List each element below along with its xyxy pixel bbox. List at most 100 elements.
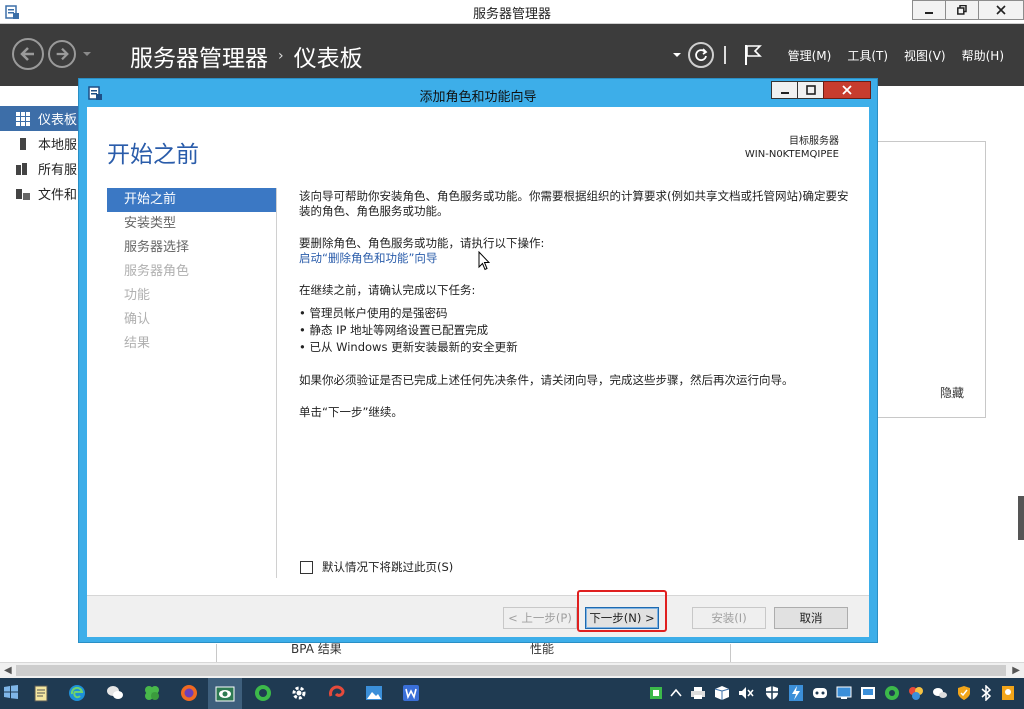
breadcrumb-app[interactable]: 服务器管理器 [130,39,268,73]
taskbar-green-app[interactable] [252,682,274,704]
scroll-right-icon[interactable]: ▶ [1012,665,1020,676]
tray-orange-app-icon[interactable] [1000,684,1016,702]
start-button[interactable] [0,681,22,703]
tray-expand-icon[interactable] [668,684,684,702]
restore-button[interactable] [945,0,979,20]
sidebar-item-dashboard[interactable]: 仪表板 [0,106,80,131]
notepad-icon [34,685,48,702]
sidebar-item-label: 所有服 [38,163,78,178]
skip-page-checkbox[interactable] [300,560,313,574]
forward-arrow-icon [56,47,69,61]
wizard-title: 添加角色和功能向导 [419,90,537,105]
wizard-step-before-you-begin[interactable]: 开始之前 [107,188,276,212]
sidebar-item-all-servers[interactable]: 所有服 [0,156,80,181]
taskbar-edge-app[interactable] [66,682,88,704]
horizontal-scrollbar[interactable]: ◀ ▶ [0,662,1024,678]
taskbar-server-manager-app[interactable] [208,678,242,709]
tray-chat-icon[interactable] [932,684,948,702]
sidebar-item-file-storage[interactable]: 文件和 [0,181,80,206]
skip-page-label[interactable]: 默认情况下将跳过此页(S) [322,559,453,575]
minimize-button[interactable] [912,0,946,20]
wizard-step-server-roles: 服务器角色 [124,264,190,279]
wizard-minimize-button[interactable] [771,81,798,99]
taskbar-red-app[interactable] [326,682,348,704]
scrollbar-thumb[interactable] [16,665,1006,676]
taskbar-writer-app[interactable] [400,682,422,704]
tray-green-app-icon[interactable] [884,684,900,702]
tray-bluetooth-icon[interactable] [978,684,994,702]
firefox-icon [181,685,197,701]
notifications-flag-icon[interactable] [744,44,762,66]
hide-link[interactable]: 隐藏 [940,384,964,401]
server-icon [20,137,26,150]
wizard-step-features: 功能 [124,288,151,303]
tray-display-icon[interactable] [836,684,852,702]
back-button[interactable] [12,38,44,70]
maximize-icon [805,85,816,95]
scroll-left-icon[interactable]: ◀ [4,665,12,676]
green-circle-app-icon [255,685,271,701]
breadcrumb-separator: › [278,48,284,64]
minimize-icon [925,12,933,14]
dashboard-grid-icon [16,111,30,126]
taskbar-photos-app[interactable] [363,682,385,704]
vertical-scrollbar-thumb[interactable] [1018,496,1024,540]
window-controls [912,0,1024,20]
skip-page-option[interactable]: 默认情况下将跳过此页(S) [300,559,453,575]
red-swirl-app-icon [329,685,345,697]
wizard-maximize-button[interactable] [797,81,824,99]
taskbar-wechat-app[interactable] [104,682,126,704]
taskbar-clover-app[interactable] [141,682,163,704]
tray-volume-muted-icon[interactable] [738,684,754,702]
refresh-dropdown-icon[interactable] [672,51,682,59]
menu-tools[interactable]: 工具(T) [847,47,888,64]
previous-button[interactable]: < 上一步(P) [503,607,577,629]
confirm-text: 在继续之前，请确认完成以下任务: [299,283,476,297]
remove-roles-link[interactable]: 启动“删除角色和功能”向导 [299,251,437,265]
close-icon [842,85,852,95]
cancel-button[interactable]: 取消 [774,607,848,629]
sidebar-item-local-server[interactable]: 本地服 [0,131,80,156]
taskbar-firefox-app[interactable] [178,682,200,704]
dashboard-background-panel: 隐藏 [878,141,986,418]
storage-icon [16,188,30,200]
tray-gamepad-icon[interactable] [812,684,828,702]
wizard-content: 该向导可帮助你安装角色、角色服务或功能。你需要根据组织的计算要求(例如共享文档或… [299,189,854,437]
wizard-heading: 开始之前 [107,142,199,168]
refresh-button[interactable] [687,42,714,68]
tray-colorful-icon[interactable] [908,684,924,702]
tray-wechat-work-icon[interactable] [648,684,664,702]
sidebar-item-label: 本地服 [38,138,78,153]
wizard-body: 开始之前 目标服务器 WIN-N0KTEMQIPEE 开始之前 安装类型 服务器… [87,107,869,595]
taskbar-settings-app[interactable] [288,682,310,704]
photos-icon [366,686,382,700]
close-window-button[interactable] [978,0,1024,20]
tray-security-shield-icon[interactable] [764,684,780,702]
tray-shield-check-icon[interactable] [956,684,972,702]
tray-network-cube-icon[interactable] [714,684,730,702]
start-icon [4,685,18,699]
history-dropdown-icon[interactable] [82,50,92,58]
menu-help[interactable]: 帮助(H) [962,47,1004,64]
tray-printer-icon[interactable] [690,684,706,702]
wizard-step-server-selection[interactable]: 服务器选择 [107,236,276,260]
close-note: 如果你必须验证是否已完成上述任何先决条件，请关闭向导，完成这些步骤，然后再次运行… [299,373,794,387]
wizard-window-controls [771,81,871,99]
tray-remote-icon[interactable] [860,684,876,702]
server-manager-taskbar-icon [215,686,235,701]
target-server-name: WIN-N0KTEMQIPEE [744,149,839,160]
wizard-step-installation-type[interactable]: 安装类型 [107,212,276,236]
menu-manage[interactable]: 管理(M) [788,47,832,64]
header-tools: 管理(M) 工具(T) 视图(V) 帮助(H) [672,40,1024,70]
tray-lightning-icon[interactable] [788,684,804,702]
wizard-close-button[interactable] [823,81,871,99]
forward-button[interactable] [48,40,76,68]
server-manager-titlebar: 服务器管理器 [0,0,1024,24]
wizard-step-confirmation: 确认 [124,312,151,327]
remove-instructions: 要删除角色、角色服务或功能，请执行以下操作: [299,236,545,250]
back-arrow-icon [20,47,34,61]
taskbar-notes-app[interactable] [30,682,52,704]
writer-w-icon [403,685,419,701]
menu-view[interactable]: 视图(V) [904,47,946,64]
install-button[interactable]: 安装(I) [692,607,766,629]
